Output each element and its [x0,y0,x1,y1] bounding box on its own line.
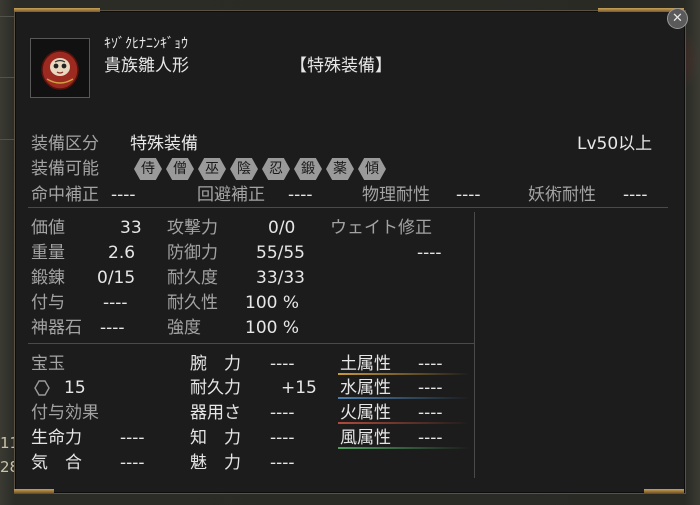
job-badge: 巫 [198,158,226,180]
defense-value: 55/55 [256,243,305,263]
value-label: 価値 [31,218,65,238]
vitality-label: 生命力 [31,428,82,448]
job-badge: 鍛 [294,158,322,180]
equippable-label: 装備可能 [31,159,99,179]
background-line [0,77,14,78]
wind-attribute-underline [338,447,470,449]
magic-resist-value: ---- [623,185,648,205]
endurance-label: 耐久力 [190,378,241,398]
relic-stone-value: ---- [100,318,125,338]
value-value: 33 [120,218,142,238]
intelligence-value: ---- [270,428,295,448]
earth-attribute-label: 土属性 [340,354,391,374]
gem-label: 宝玉 [31,354,65,374]
durability-stat-value: 100 % [245,293,300,313]
job-badge: 忍 [262,158,290,180]
close-button[interactable]: ✕ [667,8,688,29]
dexterity-label: 器用さ [190,403,241,423]
weight-label: 重量 [31,243,65,263]
job-badge-list: 侍 僧 巫 陰 忍 鍛 薬 傾 [134,158,386,180]
wind-attribute-value: ---- [418,428,443,448]
job-badge: 陰 [230,158,258,180]
gem-count: 15 [64,378,86,398]
charm-value: ---- [270,453,295,473]
strength-value: 100 % [245,318,300,338]
spirit-value: ---- [120,453,145,473]
grant-label: 付与 [31,293,65,313]
job-badge: 傾 [358,158,386,180]
divider [28,343,474,344]
weight-value: 2.6 [108,243,136,263]
earth-attribute-value: ---- [418,354,443,374]
background-line [0,139,14,140]
attack-label: 攻撃力 [167,218,218,238]
weight-fix-value: ---- [417,243,442,263]
water-attribute-underline [338,397,470,399]
column-divider [474,212,475,478]
fire-attribute-underline [338,422,470,424]
durability-label: 耐久度 [167,268,218,288]
physical-resist-label: 物理耐性 [362,185,430,205]
strength-label: 強度 [167,318,201,338]
defense-label: 防御力 [167,243,218,263]
vitality-value: ---- [120,428,145,448]
item-icon-frame [30,38,90,98]
water-attribute-value: ---- [418,378,443,398]
spirit-label: 気 合 [31,453,82,473]
evasion-bonus-label: 回避補正 [197,185,265,205]
dexterity-value: ---- [270,403,295,423]
forge-label: 鍛錬 [31,268,65,288]
endurance-value: +15 [281,378,317,398]
fire-attribute-value: ---- [418,403,443,423]
job-badge: 薬 [326,158,354,180]
earth-attribute-underline [338,373,470,375]
weight-fix-label: ウェイト修正 [330,218,432,238]
item-category-tag: 【特殊装備】 [290,56,392,76]
forge-value: 0/15 [97,268,136,288]
relic-stone-label: 神器石 [31,318,82,338]
level-requirement: Lv50以上 [577,134,653,154]
corner-ornament [644,489,684,493]
grant-value: ---- [103,293,128,313]
attack-value: 0/0 [268,218,296,238]
item-reading: ｷｿﾞｸﾋﾅﾆﾝｷﾞｮｳ [104,36,188,52]
job-badge: 僧 [166,158,194,180]
durability-stat-label: 耐久性 [167,293,218,313]
item-name: 貴族雛人形 [104,56,189,76]
background-line [0,16,14,17]
wind-attribute-label: 風属性 [340,428,391,448]
divider [28,207,668,208]
water-attribute-label: 水属性 [340,378,391,398]
job-badge: 侍 [134,158,162,180]
intelligence-label: 知 力 [190,428,241,448]
hit-bonus-label: 命中補正 [31,185,99,205]
charm-label: 魅 力 [190,453,241,473]
type-label: 装備区分 [31,134,99,154]
daruma-icon [41,50,79,90]
type-value: 特殊装備 [130,134,198,154]
fire-attribute-label: 火属性 [340,403,391,423]
corner-ornament [14,489,54,493]
gem-icon [34,380,50,396]
evasion-bonus-value: ---- [288,185,313,205]
hit-bonus-value: ---- [111,185,136,205]
physical-resist-value: ---- [456,185,481,205]
close-icon: ✕ [672,11,683,26]
strength-attr-label: 腕 力 [190,354,241,374]
magic-resist-label: 妖術耐性 [528,185,596,205]
durability-value: 33/33 [256,268,305,288]
strength-attr-value: ---- [270,354,295,374]
grant-effect-label: 付与効果 [31,403,99,423]
corner-ornament [14,8,100,12]
